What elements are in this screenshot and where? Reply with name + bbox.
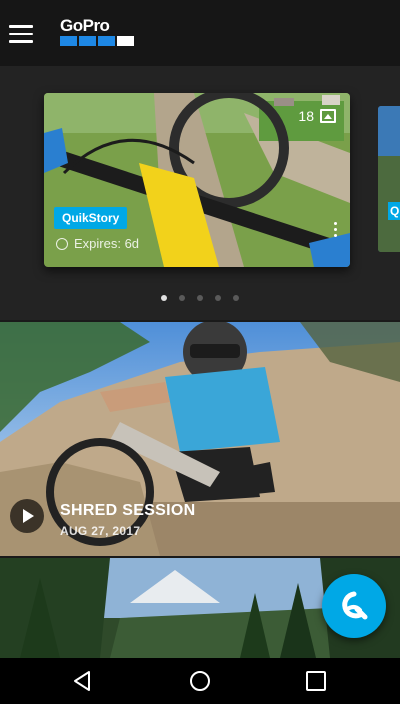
logo-text: GoPro	[60, 16, 110, 35]
back-icon[interactable]	[70, 668, 96, 694]
quikstory-card[interactable]: 18 QuikStory Expires: 6d	[44, 93, 350, 267]
featured-video-tile[interactable]: SHRED SESSION AUG 27, 2017	[0, 322, 400, 556]
system-nav-bar	[0, 658, 400, 704]
page-dot	[179, 295, 185, 301]
featured-video-thumbnail	[0, 322, 400, 556]
hamburger-menu-icon[interactable]	[9, 25, 33, 43]
quik-fab-button[interactable]	[322, 574, 386, 638]
next-story-badge: Q	[388, 202, 400, 220]
recents-icon[interactable]	[303, 668, 329, 694]
photo-icon	[320, 109, 336, 123]
more-options-icon[interactable]	[334, 222, 338, 240]
clock-icon	[56, 237, 68, 250]
expire-text: Expires: 6d	[74, 236, 140, 251]
app-header: GoPro	[0, 0, 400, 66]
expire-label: Expires: 6d	[56, 236, 139, 251]
quik-icon	[342, 591, 368, 620]
page-dot	[233, 295, 239, 301]
video-title: SHRED SESSION	[60, 502, 196, 519]
page-dot	[215, 295, 221, 301]
video-date: AUG 27, 2017	[60, 524, 141, 538]
page-dot-active	[161, 295, 167, 301]
gopro-logo: GoPro	[60, 17, 134, 49]
play-icon[interactable]	[10, 499, 44, 533]
home-icon[interactable]	[187, 668, 213, 694]
next-story-card[interactable]: Q	[378, 106, 400, 252]
quikstory-badge: QuikStory	[54, 207, 128, 229]
page-dot	[197, 295, 203, 301]
media-count: 18	[298, 108, 314, 124]
story-carousel[interactable]: 18 QuikStory Expires: 6d Q	[0, 66, 400, 320]
carousel-page-indicator	[0, 288, 400, 306]
